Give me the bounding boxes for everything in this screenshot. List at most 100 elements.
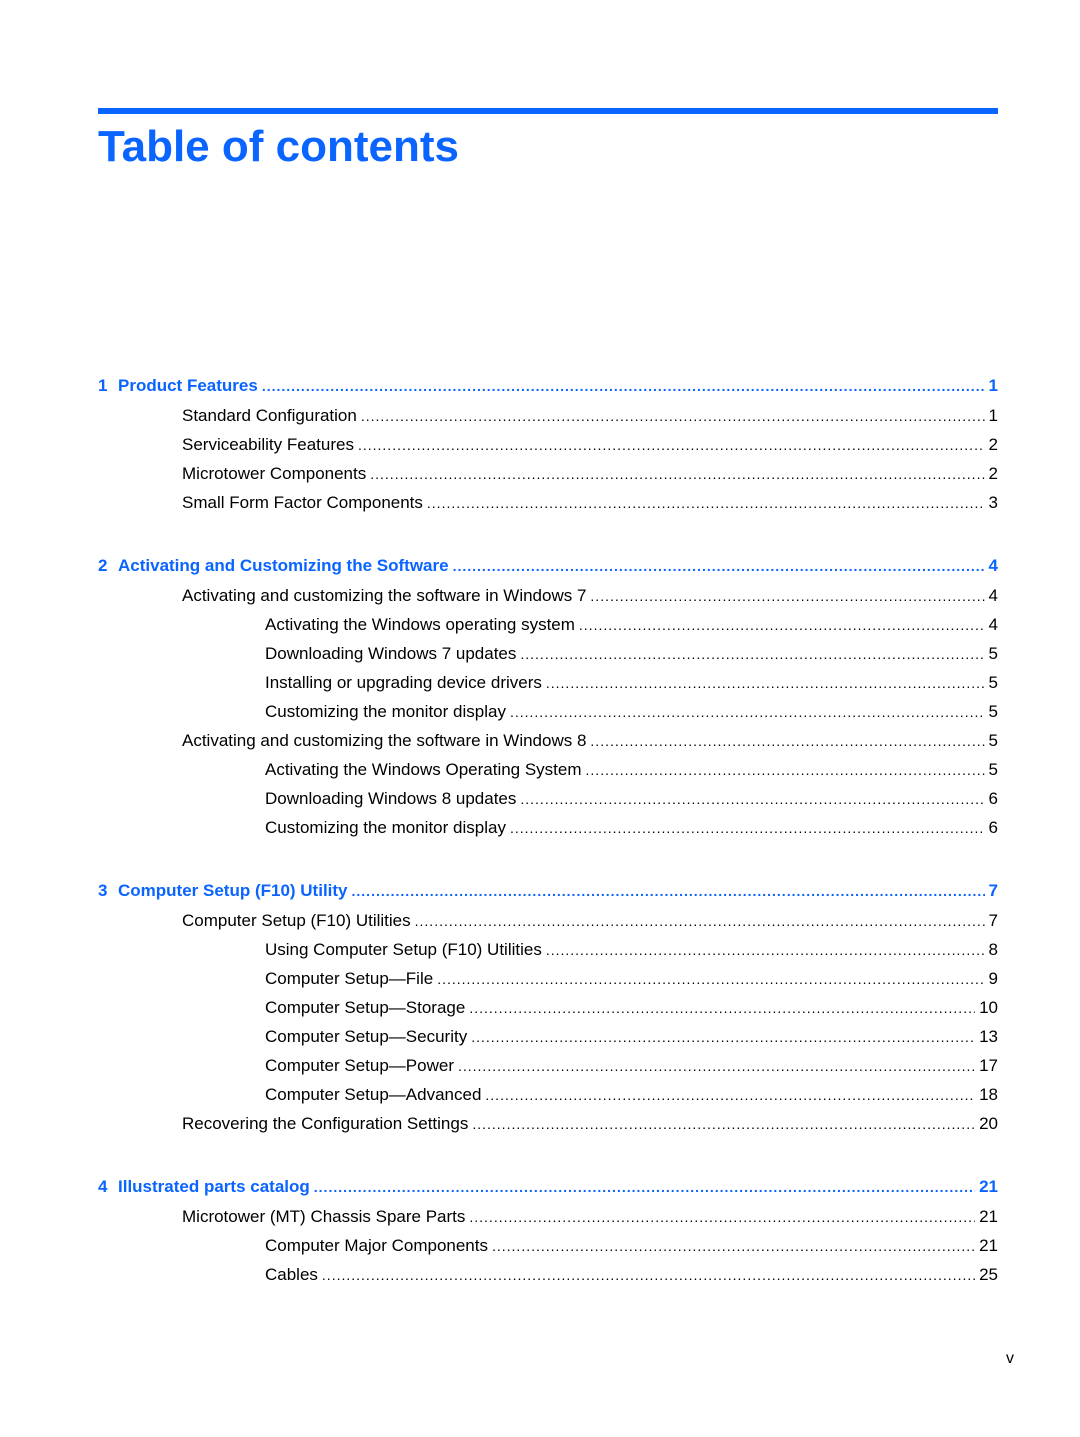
toc-entry[interactable]: Using Computer Setup (F10) Utilities 8 [98, 935, 998, 964]
toc-entry[interactable]: Computer Setup—Storage 10 [98, 993, 998, 1022]
dot-leader [485, 1081, 975, 1110]
entry-page-number[interactable]: 18 [975, 1080, 998, 1109]
entry-title[interactable]: Computer Major Components [265, 1231, 492, 1260]
toc-entry[interactable]: Computer Major Components 21 [98, 1231, 998, 1260]
dot-leader [586, 756, 985, 785]
dot-leader [471, 1023, 975, 1052]
chapter-title[interactable]: Illustrated parts catalog [118, 1171, 314, 1202]
dot-leader [520, 640, 984, 669]
toc-chapter-4[interactable]: 4 Illustrated parts catalog 21 [98, 1171, 998, 1202]
entry-page-number[interactable]: 21 [975, 1202, 998, 1231]
toc-entry[interactable]: Computer Setup (F10) Utilities 7 [98, 906, 998, 935]
toc-entry[interactable]: Activating and customizing the software … [98, 726, 998, 755]
toc-entry[interactable]: Computer Setup—File 9 [98, 964, 998, 993]
toc-entry[interactable]: Downloading Windows 7 updates 5 [98, 639, 998, 668]
entry-title[interactable]: Downloading Windows 8 updates [265, 784, 520, 813]
entry-title[interactable]: Computer Setup—Storage [265, 993, 469, 1022]
toc-entry[interactable]: Activating the Windows operating system 4 [98, 610, 998, 639]
entry-page-number[interactable]: 5 [985, 639, 998, 668]
entry-page-number[interactable]: 6 [985, 784, 998, 813]
entry-title[interactable]: Standard Configuration [182, 401, 361, 430]
toc-entry[interactable]: Computer Setup—Power 17 [98, 1051, 998, 1080]
entry-page-number[interactable]: 20 [975, 1109, 998, 1138]
chapter-page-number[interactable]: 7 [985, 875, 998, 906]
entry-title[interactable]: Activating the Windows operating system [265, 610, 579, 639]
toc-entry[interactable]: Microtower Components 2 [98, 459, 998, 488]
dot-leader [472, 1110, 975, 1139]
entry-title[interactable]: Serviceability Features [182, 430, 358, 459]
table-of-contents: 1Product Features1Standard Configuration… [98, 370, 998, 1289]
entry-page-number[interactable]: 5 [985, 755, 998, 784]
page-title: Table of contents [98, 122, 459, 171]
toc-entry[interactable]: Downloading Windows 8 updates 6 [98, 784, 998, 813]
entry-title[interactable]: Recovering the Configuration Settings [182, 1109, 472, 1138]
title-rule [98, 108, 998, 114]
toc-entry[interactable]: Activating the Windows Operating System 5 [98, 755, 998, 784]
entry-page-number[interactable]: 17 [975, 1051, 998, 1080]
entry-title[interactable]: Downloading Windows 7 updates [265, 639, 520, 668]
dot-leader [322, 1261, 975, 1290]
toc-entry[interactable]: Recovering the Configuration Settings 20 [98, 1109, 998, 1138]
toc-entry[interactable]: Microtower (MT) Chassis Spare Parts 21 [98, 1202, 998, 1231]
entry-title[interactable]: Microtower (MT) Chassis Spare Parts [182, 1202, 469, 1231]
toc-entry[interactable]: Computer Setup—Security 13 [98, 1022, 998, 1051]
entry-page-number[interactable]: 10 [975, 993, 998, 1022]
toc-chapter-2[interactable]: 2 Activating and Customizing the Software… [98, 550, 998, 581]
toc-entry[interactable]: Serviceability Features 2 [98, 430, 998, 459]
entry-title[interactable]: Small Form Factor Components [182, 488, 427, 517]
entry-page-number[interactable]: 6 [985, 813, 998, 842]
entry-page-number[interactable]: 5 [985, 697, 998, 726]
entry-title[interactable]: Activating the Windows Operating System [265, 755, 586, 784]
toc-chapter-1[interactable]: 1 Product Features 1 [98, 370, 998, 401]
toc-entry[interactable]: Computer Setup—Advanced 18 [98, 1080, 998, 1109]
entry-title[interactable]: Computer Setup—Security [265, 1022, 471, 1051]
dot-leader [352, 876, 985, 907]
entry-page-number[interactable]: 25 [975, 1260, 998, 1289]
entry-page-number[interactable]: 7 [985, 906, 998, 935]
entry-title[interactable]: Customizing the monitor display [265, 697, 510, 726]
entry-page-number[interactable]: 1 [985, 401, 998, 430]
dot-leader [546, 936, 985, 965]
entry-page-number[interactable]: 5 [985, 726, 998, 755]
entry-title[interactable]: Cables [265, 1260, 322, 1289]
dot-leader [453, 551, 985, 582]
entry-title[interactable]: Activating and customizing the software … [182, 581, 590, 610]
dot-leader [437, 965, 984, 994]
dot-leader [370, 460, 984, 489]
toc-entry[interactable]: Small Form Factor Components 3 [98, 488, 998, 517]
entry-page-number[interactable]: 21 [975, 1231, 998, 1260]
entry-page-number[interactable]: 4 [985, 581, 998, 610]
dot-leader [361, 402, 985, 431]
toc-entry[interactable]: Cables 25 [98, 1260, 998, 1289]
entry-page-number[interactable]: 2 [985, 459, 998, 488]
entry-title[interactable]: Using Computer Setup (F10) Utilities [265, 935, 546, 964]
chapter-title[interactable]: Activating and Customizing the Software [118, 550, 453, 581]
dot-leader [510, 698, 985, 727]
entry-title[interactable]: Computer Setup (F10) Utilities [182, 906, 415, 935]
entry-page-number[interactable]: 13 [975, 1022, 998, 1051]
entry-page-number[interactable]: 9 [985, 964, 998, 993]
entry-title[interactable]: Installing or upgrading device drivers [265, 668, 546, 697]
chapter-page-number[interactable]: 1 [985, 370, 998, 401]
toc-entry[interactable]: Customizing the monitor display 5 [98, 697, 998, 726]
entry-page-number[interactable]: 2 [985, 430, 998, 459]
entry-page-number[interactable]: 3 [985, 488, 998, 517]
chapter-title[interactable]: Product Features [118, 370, 262, 401]
entry-page-number[interactable]: 8 [985, 935, 998, 964]
chapter-page-number[interactable]: 4 [985, 550, 998, 581]
entry-title[interactable]: Microtower Components [182, 459, 370, 488]
entry-title[interactable]: Computer Setup—Power [265, 1051, 458, 1080]
toc-entry[interactable]: Activating and customizing the software … [98, 581, 998, 610]
entry-page-number[interactable]: 5 [985, 668, 998, 697]
entry-title[interactable]: Customizing the monitor display [265, 813, 510, 842]
entry-title[interactable]: Activating and customizing the software … [182, 726, 590, 755]
chapter-title[interactable]: Computer Setup (F10) Utility [118, 875, 352, 906]
entry-title[interactable]: Computer Setup—Advanced [265, 1080, 485, 1109]
chapter-page-number[interactable]: 21 [975, 1171, 998, 1202]
entry-title[interactable]: Computer Setup—File [265, 964, 437, 993]
toc-entry[interactable]: Installing or upgrading device drivers 5 [98, 668, 998, 697]
toc-entry[interactable]: Customizing the monitor display 6 [98, 813, 998, 842]
toc-chapter-3[interactable]: 3 Computer Setup (F10) Utility 7 [98, 875, 998, 906]
entry-page-number[interactable]: 4 [985, 610, 998, 639]
toc-entry[interactable]: Standard Configuration 1 [98, 401, 998, 430]
